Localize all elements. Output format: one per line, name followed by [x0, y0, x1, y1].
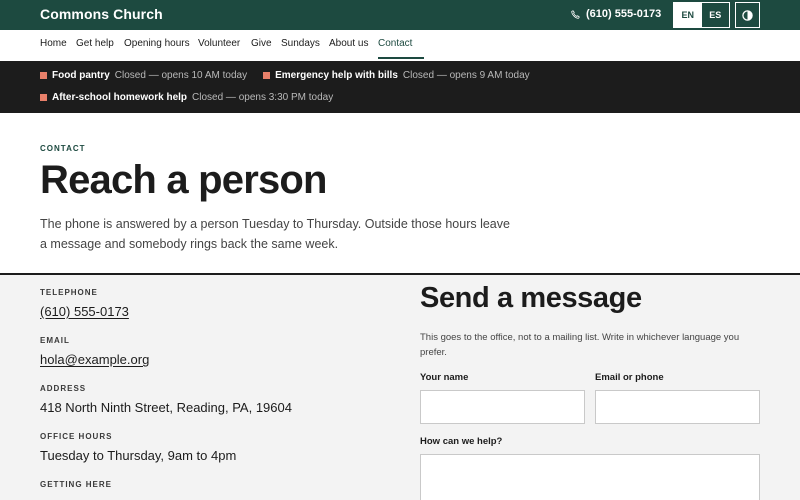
- status-service-state: Closed — opens 10 AM today: [114, 70, 248, 81]
- nav-item-contact[interactable]: Contact: [378, 38, 412, 49]
- status-marker: [263, 72, 271, 79]
- contrast-icon: [742, 9, 753, 21]
- form-title: Send a message: [420, 282, 642, 314]
- telephone-label: TELEPHONE: [40, 288, 98, 297]
- getting-here-label: GETTING HERE: [40, 480, 113, 489]
- contact-field-label: Email or phone: [595, 372, 664, 383]
- status-row: After-school homework help Closed — open…: [40, 92, 349, 103]
- message-textarea[interactable]: [420, 454, 760, 500]
- language-switcher: EN ES: [673, 2, 730, 28]
- status-row: Food pantry Closed — opens 10 AM today E…: [40, 70, 546, 81]
- status-marker: [40, 94, 47, 101]
- telephone-link[interactable]: (610) 555-0173: [40, 304, 129, 319]
- top-bar: Commons Church (610) 555-0173 EN ES: [0, 0, 800, 30]
- nav-item-give[interactable]: Give: [251, 38, 272, 49]
- service-status-bar: Food pantry Closed — opens 10 AM today E…: [0, 61, 800, 113]
- nav-item-home[interactable]: Home: [40, 38, 67, 49]
- name-input[interactable]: [420, 390, 585, 424]
- nav-active-indicator: [378, 57, 424, 59]
- nav-item-volunteer[interactable]: Volunteer: [198, 38, 240, 49]
- main-nav: Home Get help Opening hours Volunteer Gi…: [0, 30, 800, 61]
- email-link[interactable]: hola@example.org: [40, 352, 149, 367]
- address-label: ADDRESS: [40, 384, 87, 393]
- status-marker: [40, 72, 47, 79]
- form-note: This goes to the office, not to a mailin…: [420, 332, 740, 358]
- name-field-label: Your name: [420, 372, 469, 383]
- nav-item-opening-hours[interactable]: Opening hours: [124, 38, 190, 49]
- status-service-name: Food pantry: [52, 70, 110, 81]
- status-service-state: Closed — opens 3:30 PM today: [192, 92, 334, 103]
- language-es-button[interactable]: ES: [702, 3, 730, 27]
- site-brand[interactable]: Commons Church: [40, 6, 163, 22]
- nav-item-get-help[interactable]: Get help: [76, 38, 114, 49]
- page-eyebrow: CONTACT: [40, 144, 86, 153]
- office-hours-value: Tuesday to Thursday, 9am to 4pm: [40, 448, 237, 463]
- address-value: 418 North Ninth Street, Reading, PA, 196…: [40, 400, 292, 415]
- language-en-button[interactable]: EN: [674, 3, 702, 27]
- contrast-toggle-button[interactable]: [735, 2, 760, 28]
- header-phone-link[interactable]: (610) 555-0173: [571, 8, 661, 20]
- page-title: Reach a person: [40, 158, 328, 202]
- header-phone-text: (610) 555-0173: [586, 8, 662, 20]
- status-service-name: Emergency help with bills: [275, 70, 398, 81]
- nav-item-about-us[interactable]: About us: [329, 38, 368, 49]
- email-label: EMAIL: [40, 336, 70, 345]
- status-service-name: After-school homework help: [52, 92, 188, 103]
- office-hours-label: OFFICE HOURS: [40, 432, 113, 441]
- nav-item-sundays[interactable]: Sundays: [281, 38, 320, 49]
- phone-icon: [571, 9, 580, 19]
- email-or-phone-input[interactable]: [595, 390, 760, 424]
- message-field-label: How can we help?: [420, 436, 503, 447]
- page-intro: The phone is answered by a person Tuesda…: [40, 217, 510, 251]
- status-service-state: Closed — opens 9 AM today: [402, 70, 530, 81]
